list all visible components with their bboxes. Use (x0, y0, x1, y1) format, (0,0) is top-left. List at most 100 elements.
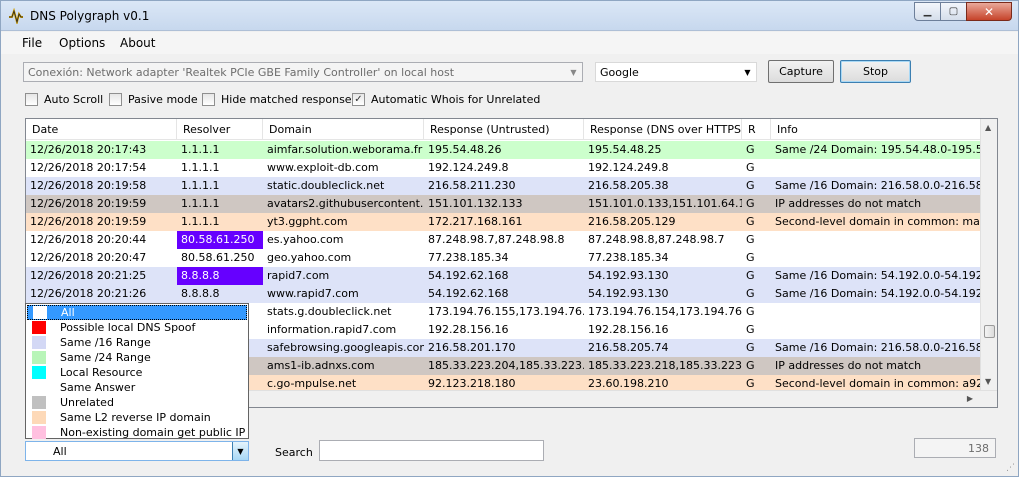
table-row[interactable]: 12/26/2018 20:20:44 80.58.61.250 es.yahoo.… (26, 231, 981, 249)
scroll-thumb[interactable] (984, 325, 995, 338)
filter-option[interactable]: Same /16 Range (27, 335, 247, 350)
checkbox-unchecked[interactable] (25, 93, 38, 106)
table-cell-untrusted: 216.58.211.230 (428, 179, 516, 192)
checkbox-unchecked[interactable] (202, 93, 215, 106)
table-row[interactable]: 12/26/2018 20:21:25 8.8.8.8 rapid7.com 54.1… (26, 267, 997, 285)
table-row[interactable]: 12/26/2018 20:19:59 1.1.1.1 avatars2.githu… (26, 195, 981, 213)
table-cell-info (771, 303, 997, 321)
column-header[interactable]: Response (Untrusted) (424, 119, 584, 140)
table-cell-r: G (746, 143, 755, 156)
table-cell-info: Same /16 Domain: 216.58.0.0-216.58.255.2… (775, 341, 997, 354)
chevron-down-icon[interactable]: ▼ (739, 63, 756, 81)
maximize-button[interactable]: ▢ (940, 2, 967, 21)
connection-select[interactable]: Conexión: Network adapter 'Realtek PCIe … (23, 62, 583, 82)
column-header[interactable]: Info (771, 119, 997, 140)
column-header[interactable]: Resolver (177, 119, 263, 140)
vertical-scrollbar[interactable]: ▲ ▼ (980, 119, 997, 390)
table-row[interactable]: 12/26/2018 20:19:59 1.1.1.1 yt3.ggpht.com 1… (26, 213, 997, 231)
table-cell-r: G (746, 323, 755, 336)
table-cell-r: G (746, 305, 755, 318)
table-cell-r: G (746, 287, 755, 300)
table-row[interactable]: 12/26/2018 20:21:26 8.8.8.8 www.rapid7.com… (26, 285, 997, 303)
table-cell-info: IP addresses do not match (775, 197, 922, 210)
table-cell-resolver: 1.1.1.1 (181, 215, 220, 228)
color-swatch (32, 411, 46, 424)
filter-option[interactable]: Same L2 reverse IP domain (27, 410, 247, 425)
column-header[interactable]: R (742, 119, 771, 140)
scroll-right-icon[interactable]: ▶ (967, 394, 973, 403)
checkbox-option[interactable]: ✓ Automatic Whois for Unrelated (352, 93, 540, 106)
filter-option-label: Non-existing domain get public IP (60, 426, 246, 439)
table-row[interactable]: 12/26/2018 20:20:47 80.58.61.250 geo.yahoo… (26, 249, 981, 267)
filter-option[interactable]: Unrelated (27, 395, 247, 410)
checkbox-option[interactable]: Auto Scroll (25, 93, 103, 106)
filter-option[interactable]: Local Resource (27, 365, 247, 380)
checkbox-checked[interactable]: ✓ (352, 93, 365, 106)
table-cell-info: Second-level domain in common: mad07s10-… (775, 215, 997, 228)
checkbox-option[interactable]: Pasive mode (109, 93, 198, 106)
table-cell-domain: rapid7.com (267, 269, 330, 282)
table-cell-doh: 216.58.205.74 (588, 341, 669, 354)
table-cell-doh: 195.54.48.25 (588, 143, 662, 156)
resolver-value: Google (600, 66, 639, 79)
table-cell-info: Same /16 Domain: 54.192.0.0-54.192.255.2… (775, 287, 997, 300)
chevron-down-icon[interactable]: ▼ (565, 63, 582, 81)
table-cell-r: G (746, 251, 755, 264)
table-cell-doh: 192.124.249.8 (588, 161, 669, 174)
polygraph-app-icon (9, 8, 23, 24)
table-cell-info: Same /16 Domain: 54.192.0.0-54.192.255.2… (775, 269, 997, 282)
filter-option[interactable]: Possible local DNS Spoof (27, 320, 247, 335)
search-input[interactable] (319, 440, 544, 461)
filter-option[interactable]: All (27, 305, 247, 320)
table-cell-r: G (746, 197, 755, 210)
table-cell-untrusted: 192.28.156.16 (428, 323, 509, 336)
filter-option-label: Local Resource (60, 366, 143, 379)
table-row[interactable]: 12/26/2018 20:17:54 1.1.1.1 www.exploit-db… (26, 159, 981, 177)
table-cell-r: G (746, 179, 755, 192)
table-cell-resolver: 1.1.1.1 (181, 197, 220, 210)
stop-button[interactable]: Stop (840, 60, 911, 83)
capture-button[interactable]: Capture (768, 60, 834, 83)
minimize-button[interactable]: ▁ (914, 2, 941, 21)
menu-about[interactable]: About (120, 36, 155, 50)
column-header[interactable]: Domain (263, 119, 424, 140)
table-cell-resolver: 1.1.1.1 (181, 143, 220, 156)
scroll-up-icon[interactable]: ▲ (985, 123, 991, 132)
checkbox-unchecked[interactable] (109, 93, 122, 106)
filter-option[interactable]: Non-existing domain get public IP (27, 425, 247, 440)
table-cell-untrusted: 54.192.62.168 (428, 287, 509, 300)
table-cell-untrusted: 192.124.249.8 (428, 161, 509, 174)
table-cell-resolver: 80.58.61.250 (181, 251, 255, 264)
table-row[interactable]: 12/26/2018 20:17:43 1.1.1.1 aimfar.solutio… (26, 141, 997, 159)
filter-select[interactable]: All ▼ (25, 441, 249, 461)
filter-option-label: Unrelated (60, 396, 114, 409)
table-cell-doh: 87.248.98.8,87.248.98.7 (588, 233, 725, 246)
filter-option-label: Same /24 Range (60, 351, 151, 364)
filter-option[interactable]: Same Answer (27, 380, 247, 395)
table-cell-doh: 54.192.93.130 (588, 269, 669, 282)
menu-options[interactable]: Options (59, 36, 105, 50)
filter-dropdown-list[interactable]: All Possible local DNS Spoof Same /16 Rang… (25, 303, 249, 439)
table-cell-resolver: 1.1.1.1 (181, 179, 220, 192)
column-header[interactable]: Response (DNS over HTTPS) (584, 119, 742, 140)
chevron-down-icon[interactable]: ▼ (232, 442, 248, 460)
color-swatch (32, 366, 46, 379)
scroll-down-icon[interactable]: ▼ (985, 377, 991, 386)
close-button[interactable]: ✕ (966, 2, 1012, 21)
filter-option[interactable]: Same /24 Range (27, 350, 247, 365)
table-cell-date: 12/26/2018 20:19:59 (30, 215, 147, 228)
resize-grip-icon[interactable]: ⋰ (1006, 463, 1015, 473)
title-bar: DNS Polygraph v0.1 ▁ ▢ ✕ (1, 1, 1018, 31)
color-swatch (32, 426, 46, 439)
menu-file[interactable]: File (22, 36, 42, 50)
table-cell-info (771, 249, 997, 267)
table-cell-untrusted: 185.33.223.204,185.33.223.2 (428, 359, 584, 372)
table-cell-domain: geo.yahoo.com (267, 251, 352, 264)
color-swatch (32, 351, 46, 364)
table-cell-untrusted: 87.248.98.7,87.248.98.8 (428, 233, 565, 246)
table-row[interactable]: 12/26/2018 20:19:58 1.1.1.1 static.doublec… (26, 177, 997, 195)
resolver-select[interactable]: Google ▼ (595, 62, 757, 82)
table-header: Date Resolver Domain Response (Untrusted) Re… (26, 119, 997, 140)
checkbox-option[interactable]: Hide matched responses (202, 93, 357, 106)
column-header[interactable]: Date (26, 119, 177, 140)
